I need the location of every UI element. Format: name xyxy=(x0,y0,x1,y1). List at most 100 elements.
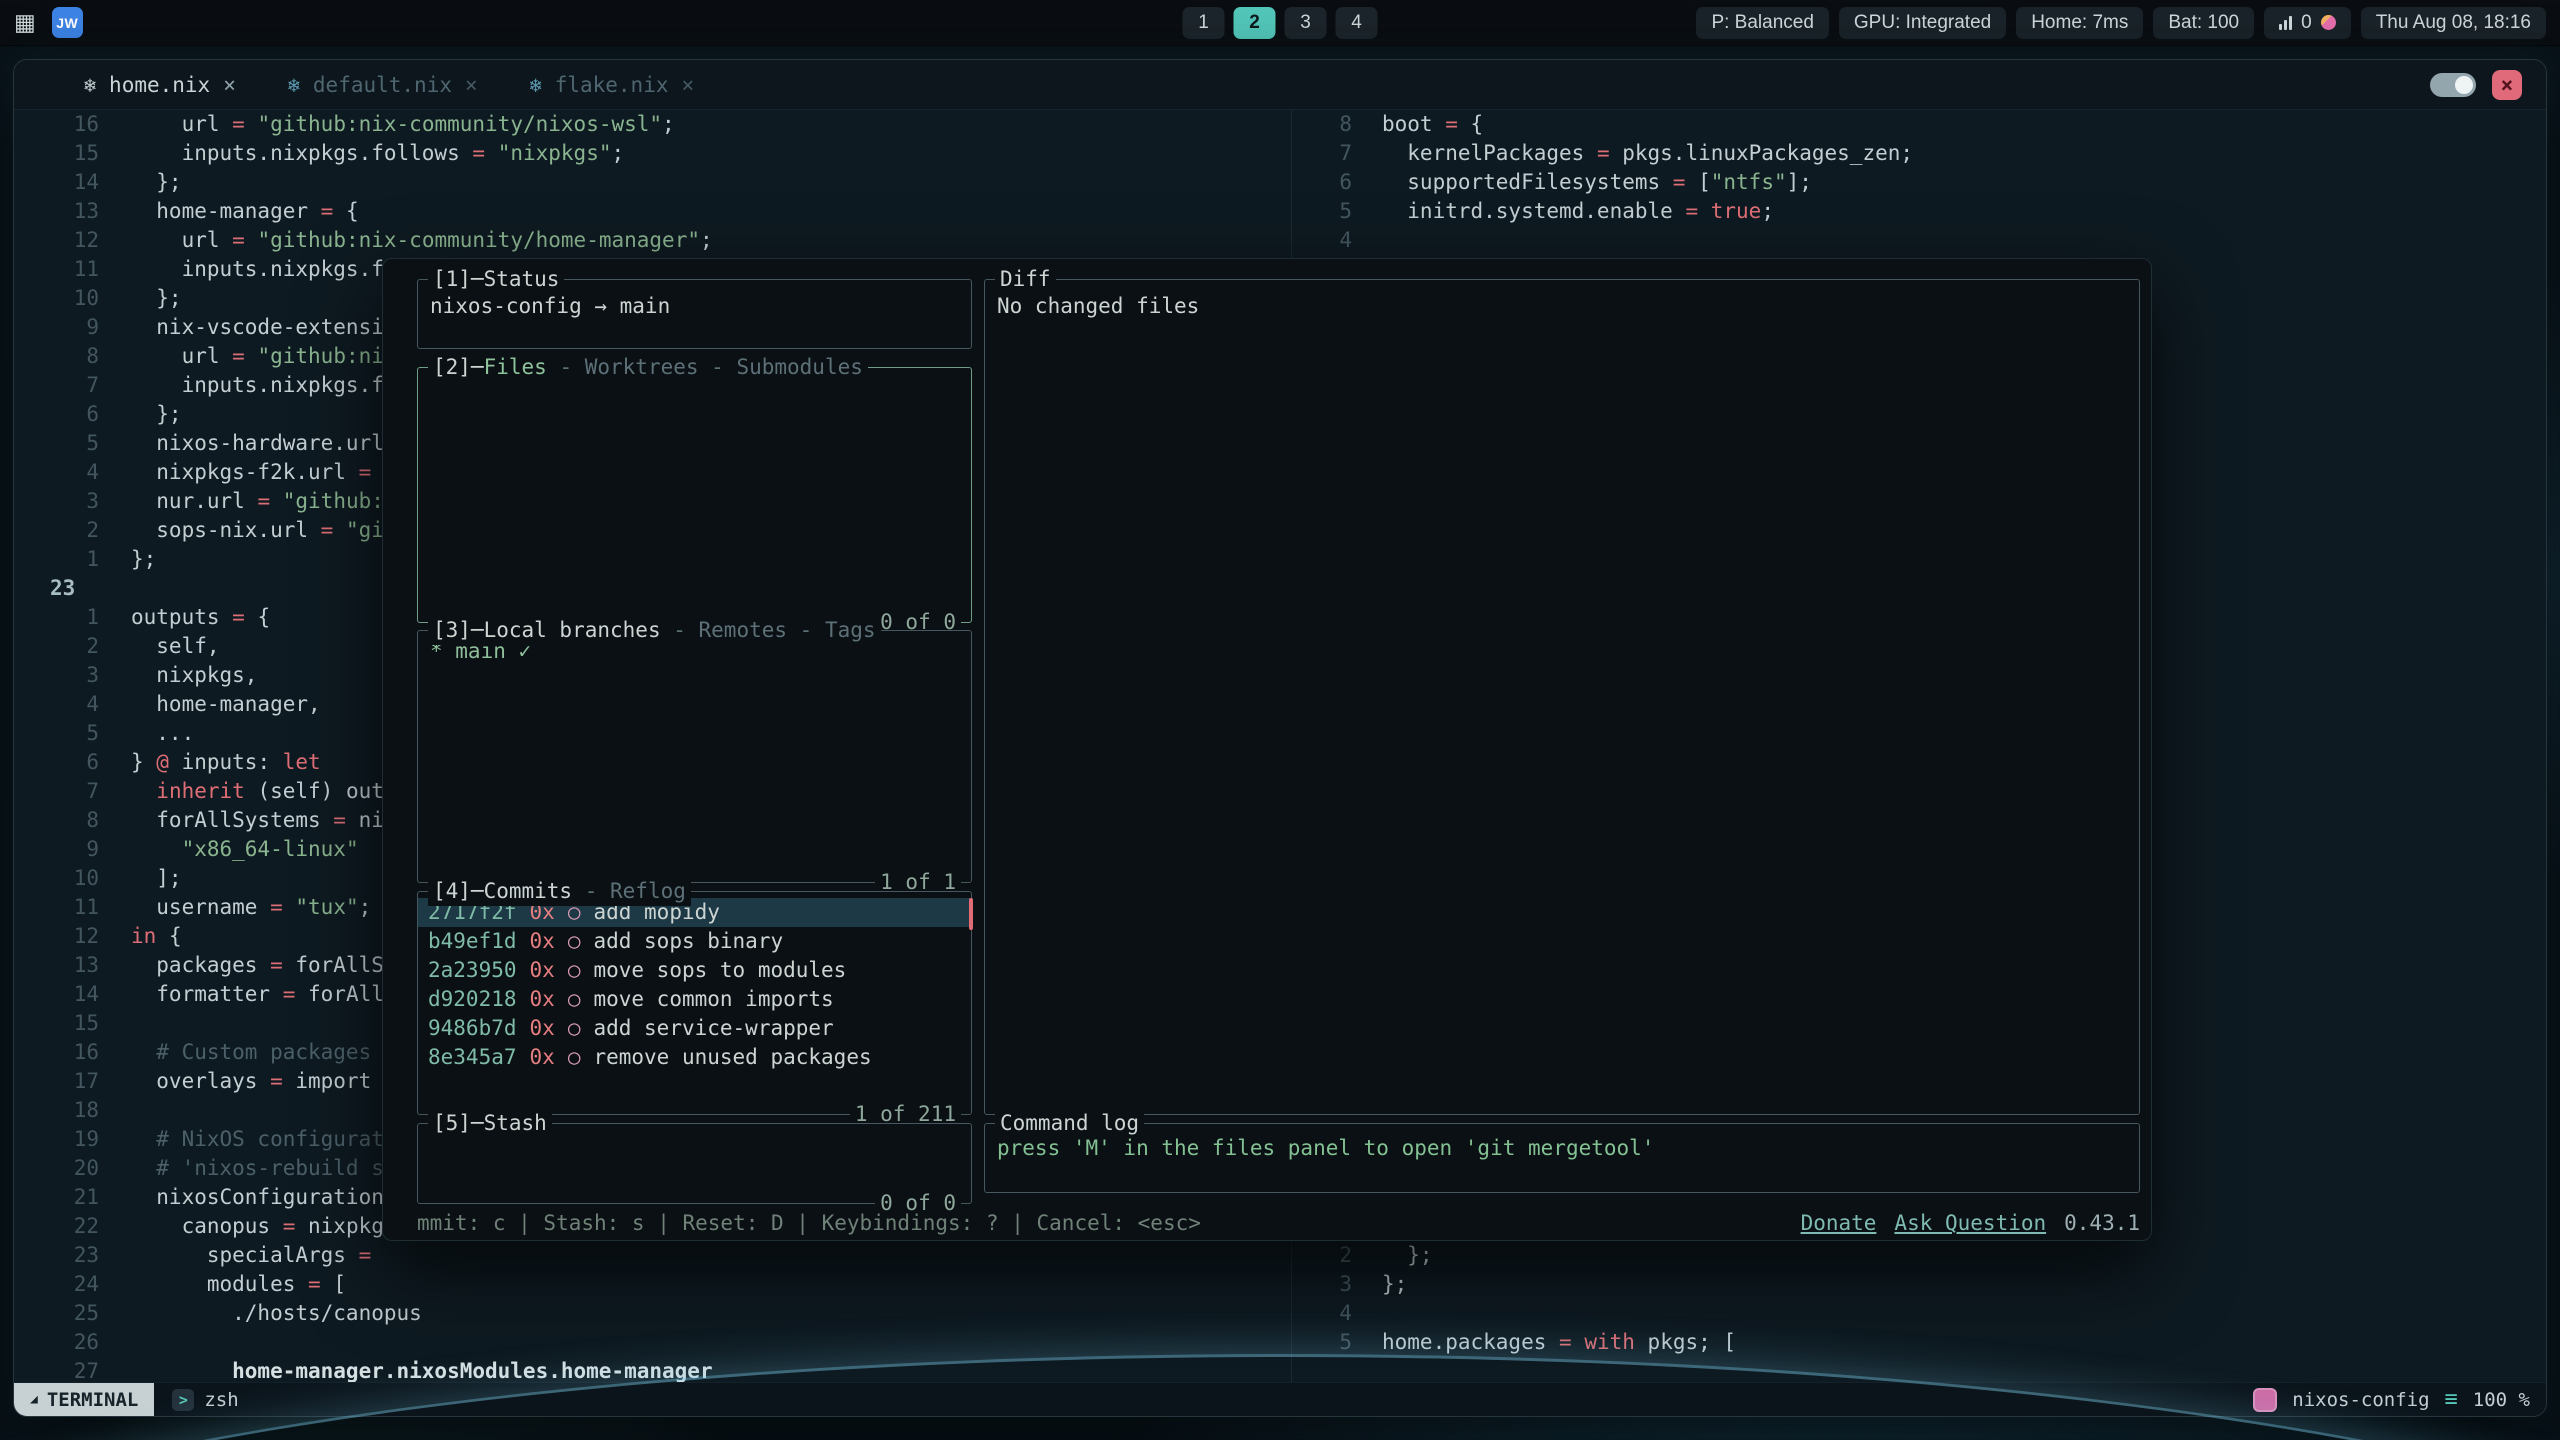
code-line: 3}; xyxy=(1304,1270,2546,1299)
status-cluster: P: Balanced GPU: Integrated Home: 7ms Ba… xyxy=(1696,7,2546,39)
notification-count: 0 xyxy=(2301,12,2312,34)
code-line: 7 kernelPackages = pkgs.linuxPackages_ze… xyxy=(1304,139,2546,168)
shell-icon: > xyxy=(172,1389,194,1411)
code-line: 12 url = "github:nix-community/home-mana… xyxy=(50,226,1291,255)
panel-title: Files xyxy=(484,353,547,382)
workspace-1[interactable]: 1 xyxy=(1183,7,1225,39)
statusline: ◢ TERMINAL > zsh nixos-config ≡ 100 % xyxy=(14,1382,2546,1416)
code-line: 5 initrd.systemd.enable = true; xyxy=(1304,197,2546,226)
code-line: 16 url = "github:nix-community/nixos-wsl… xyxy=(50,110,1291,139)
code-line: 14 }; xyxy=(50,168,1291,197)
tab-default-nix[interactable]: ❄ default.nix × xyxy=(288,73,478,97)
panel-number: [2]─ xyxy=(433,353,484,382)
color-picker-icon xyxy=(2321,15,2336,30)
code-line: 15 inputs.nixpkgs.follows = "nixpkgs"; xyxy=(50,139,1291,168)
code-line: 25 ./hosts/canopus xyxy=(50,1299,1291,1328)
workspace-switcher: 1 2 3 4 xyxy=(1183,7,1378,39)
commit-list: 2717f2f0x○add mopidyb49ef1d0x○add sops b… xyxy=(418,892,971,1072)
tray[interactable]: 0 xyxy=(2264,7,2351,39)
top-bar: ▦ JW 1 2 3 4 P: Balanced GPU: Integrated… xyxy=(0,0,2560,46)
panel-title: Command log xyxy=(1000,1109,1139,1138)
code-line: 2 }; xyxy=(1304,1241,2546,1270)
tab-label: default.nix xyxy=(313,73,452,97)
lazygit-files-panel[interactable]: [2]─Files - Worktrees - Submodules 0 of … xyxy=(417,367,972,623)
panel-title: Stash xyxy=(484,1109,547,1138)
lazygit-diff-panel[interactable]: Diff No changed files xyxy=(984,279,2140,1115)
lines-icon: ≡ xyxy=(2445,1387,2458,1412)
panel-number: [3]─ xyxy=(433,616,484,645)
panel-title: Status xyxy=(484,265,560,294)
code-line: 5home.packages = with pkgs; [ xyxy=(1304,1328,2546,1357)
shell-buffer[interactable]: > zsh xyxy=(172,1389,238,1411)
tab-label: flake.nix xyxy=(555,73,669,97)
commit-row[interactable]: 9486b7d0x○add service-wrapper xyxy=(418,1014,971,1043)
lazygit-bottom-bar: mmit: c | Stash: s | Reset: D | Keybindi… xyxy=(417,1209,2140,1238)
commit-row[interactable]: d9202180x○move common imports xyxy=(418,985,971,1014)
keybindings-hint: mmit: c | Stash: s | Reset: D | Keybindi… xyxy=(417,1209,1201,1238)
panel-title: Diff xyxy=(1000,265,1051,294)
lazygit-stash-panel[interactable]: [5]─Stash 0 of 0 xyxy=(417,1123,972,1204)
mode-label: TERMINAL xyxy=(47,1389,139,1411)
app-launcher-icon[interactable]: ▦ xyxy=(14,9,36,36)
nix-icon: ❄ xyxy=(84,73,96,97)
gpu-status[interactable]: GPU: Integrated xyxy=(1839,7,2006,39)
commit-row[interactable]: 2a239500x○move sops to modules xyxy=(418,956,971,985)
tab-bar: ❄ home.nix × ❄ default.nix × ❄ flake.nix… xyxy=(14,60,2546,110)
tab-label: home.nix xyxy=(109,73,210,97)
workspace-3[interactable]: 3 xyxy=(1285,7,1327,39)
lazygit-overlay: [1]─Status nixos-config → main [2]─Files… xyxy=(382,258,2152,1241)
ask-question-link[interactable]: Ask Question xyxy=(1894,1209,2046,1238)
tab-close-icon[interactable]: × xyxy=(223,73,236,97)
battery-status[interactable]: Bat: 100 xyxy=(2153,7,2254,39)
mode-indicator: ◢ TERMINAL xyxy=(14,1383,154,1417)
repo-name: nixos-config xyxy=(2292,1389,2429,1411)
tab-home-nix[interactable]: ❄ home.nix × xyxy=(84,73,236,97)
workspace-2[interactable]: 2 xyxy=(1234,7,1276,39)
window-toggle-button[interactable] xyxy=(2430,73,2476,97)
workspace-4[interactable]: 4 xyxy=(1336,7,1378,39)
panel-subtabs[interactable]: - Reflog xyxy=(572,877,686,906)
nix-icon: ❄ xyxy=(288,73,300,97)
power-profile[interactable]: P: Balanced xyxy=(1696,7,1828,39)
code-line: 4 xyxy=(1304,1299,2546,1328)
clock[interactable]: Thu Aug 08, 18:16 xyxy=(2361,7,2546,39)
window-close-button[interactable]: × xyxy=(2492,70,2522,100)
panel-number: [1]─ xyxy=(433,265,484,294)
commit-row[interactable]: 8e345a70x○remove unused packages xyxy=(418,1043,971,1072)
tab-close-icon[interactable]: × xyxy=(465,73,478,97)
commits-scrollbar[interactable] xyxy=(969,898,973,930)
code-line: 23 specialArgs = xyxy=(50,1241,1291,1270)
donate-link[interactable]: Donate xyxy=(1801,1209,1877,1238)
tab-close-icon[interactable]: × xyxy=(681,73,694,97)
nix-icon: ❄ xyxy=(530,73,542,97)
diff-content: No changed files xyxy=(985,280,2139,318)
lazygit-command-log-panel[interactable]: Command log press 'M' in the files panel… xyxy=(984,1123,2140,1193)
panel-subtabs[interactable]: - Worktrees - Submodules xyxy=(547,353,863,382)
command-log-content: press 'M' in the files panel to open 'gi… xyxy=(985,1124,2139,1160)
window-controls: × xyxy=(2430,70,2522,100)
shell-label: zsh xyxy=(204,1389,238,1411)
code-line: 27 home-manager.nixosModules.home-manage… xyxy=(50,1357,1291,1384)
repo-icon xyxy=(2253,1388,2277,1412)
lazygit-commits-panel[interactable]: [4]─Commits - Reflog 2717f2f0x○add mopid… xyxy=(417,891,972,1115)
tab-flake-nix[interactable]: ❄ flake.nix × xyxy=(530,73,695,97)
panel-subtabs[interactable]: - Remotes - Tags xyxy=(661,616,876,645)
terminal-mode-icon: ◢ xyxy=(30,1392,38,1407)
network-icon xyxy=(2279,15,2292,30)
commit-row[interactable]: b49ef1d0x○add sops binary xyxy=(418,927,971,956)
ping-status[interactable]: Home: 7ms xyxy=(2016,7,2143,39)
scroll-progress: 100 % xyxy=(2473,1389,2530,1411)
code-line: 4 xyxy=(1304,226,2546,255)
code-line: 24 modules = [ xyxy=(50,1270,1291,1299)
lazygit-version: 0.43.1 xyxy=(2064,1209,2140,1238)
panel-title: Local branches xyxy=(484,616,661,645)
code-line: 26 xyxy=(50,1328,1291,1357)
toggle-knob xyxy=(2455,76,2473,94)
statusline-right: nixos-config ≡ 100 % xyxy=(2253,1387,2530,1412)
lazygit-branches-panel[interactable]: [3]─Local branches - Remotes - Tags * ma… xyxy=(417,630,972,883)
logo-badge[interactable]: JW xyxy=(52,7,83,38)
panel-number: [5]─ xyxy=(433,1109,484,1138)
lazygit-status-panel[interactable]: [1]─Status nixos-config → main xyxy=(417,279,972,349)
panel-number: [4]─ xyxy=(433,877,484,906)
code-line: 13 home-manager = { xyxy=(50,197,1291,226)
